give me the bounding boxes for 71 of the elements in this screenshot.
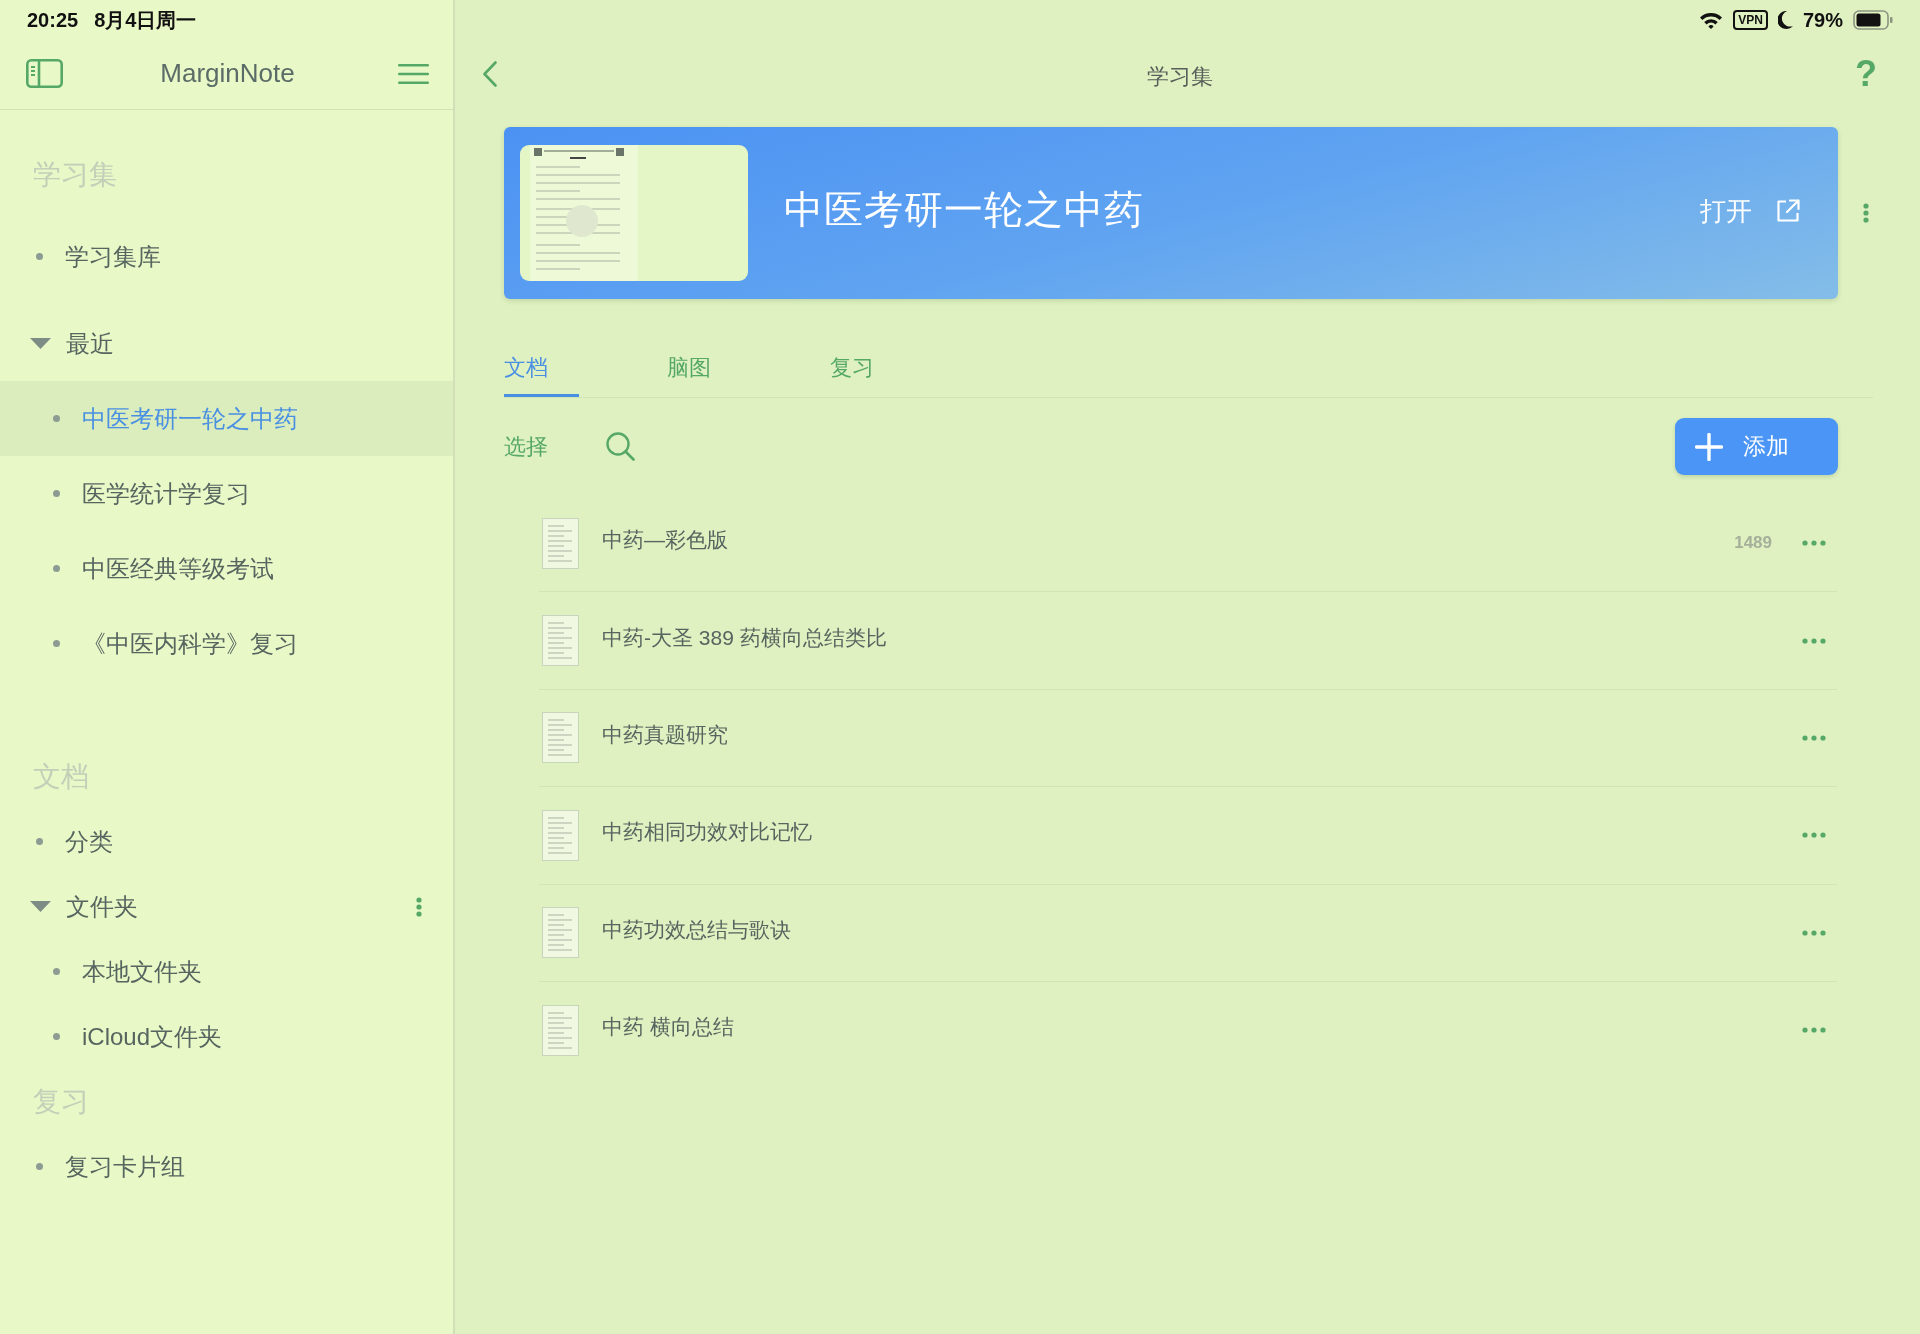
menu-button[interactable] xyxy=(398,63,429,84)
more-button[interactable] xyxy=(1802,832,1826,839)
plus-icon xyxy=(1695,432,1723,461)
sidebar-item[interactable]: iCloud文件夹 xyxy=(0,1004,453,1069)
wifi-icon xyxy=(1699,11,1724,29)
document-title[interactable]: 中药—彩色版 xyxy=(602,526,1735,555)
sidebar-item[interactable]: 医学统计学复习 xyxy=(0,456,453,531)
more-horizontal-icon xyxy=(1802,540,1826,547)
more-horizontal-icon xyxy=(1802,1027,1826,1034)
sidebar-toggle-button[interactable] xyxy=(26,59,63,88)
more-button[interactable] xyxy=(1802,540,1826,547)
bullet-icon xyxy=(53,968,60,975)
page-count: 1489 xyxy=(1734,533,1772,554)
sidebar-group-toggle[interactable]: 最近 xyxy=(30,327,114,360)
sidebar-item[interactable]: 本地文件夹 xyxy=(0,939,453,1004)
more-horizontal-icon xyxy=(1802,929,1826,936)
document-title[interactable]: 中药功效总结与歌诀 xyxy=(602,915,1802,944)
app-title: MarginNote xyxy=(160,58,295,89)
status-date: 8月4日周一 xyxy=(94,7,197,33)
more-button[interactable] xyxy=(416,896,422,917)
bullet-icon xyxy=(36,838,43,845)
document-thumbnail-icon xyxy=(542,809,579,861)
vpn-badge: VPN xyxy=(1733,10,1768,30)
bullet-icon xyxy=(53,640,60,647)
document-thumbnail-icon xyxy=(542,1004,579,1056)
document-title[interactable]: 中药 横向总结 xyxy=(602,1013,1802,1042)
status-time: 20:25 xyxy=(27,8,79,32)
more-horizontal-icon xyxy=(1802,637,1826,644)
page-title: 学习集 xyxy=(1147,63,1213,91)
document-thumbnail-icon xyxy=(542,907,579,959)
search-icon xyxy=(606,432,635,461)
tab[interactable]: 文档 xyxy=(504,343,579,397)
battery-percent: 79% xyxy=(1802,8,1843,32)
bullet-icon xyxy=(36,1163,43,1170)
bullet-icon xyxy=(36,253,43,260)
add-button[interactable]: 添加 xyxy=(1675,418,1838,475)
sidebar-group-toggle[interactable]: 文件夹 xyxy=(30,890,138,923)
back-button[interactable] xyxy=(483,61,497,87)
bullet-icon xyxy=(53,490,60,497)
document-title[interactable]: 中药-大圣 389 药横向总结类比 xyxy=(602,623,1802,652)
external-link-icon xyxy=(1776,199,1800,223)
sidebar-item[interactable]: 中医经典等级考试 xyxy=(0,531,453,606)
more-button[interactable] xyxy=(1802,734,1826,741)
sidebar-toggle-icon xyxy=(26,59,63,88)
back-icon xyxy=(483,61,497,87)
more-button[interactable] xyxy=(1802,929,1826,936)
more-horizontal-icon xyxy=(1802,832,1826,839)
document-thumbnail-icon xyxy=(542,615,579,667)
document-title[interactable]: 中药真题研究 xyxy=(602,720,1802,749)
search-button[interactable] xyxy=(606,432,635,461)
more-horizontal-icon xyxy=(1802,734,1826,741)
bullet-icon xyxy=(53,1033,60,1040)
more-vertical-icon xyxy=(1863,203,1869,223)
sidebar-item[interactable]: 分类 xyxy=(0,809,453,874)
more-button[interactable] xyxy=(1802,1027,1826,1034)
sidebar-item[interactable]: 《中医内科学》复习 xyxy=(0,606,453,681)
more-button[interactable] xyxy=(1802,637,1826,644)
battery-icon xyxy=(1853,10,1893,30)
sidebar-item[interactable]: 复习卡片组 xyxy=(0,1134,453,1199)
more-vertical-icon xyxy=(416,896,422,917)
document-thumbnail-icon xyxy=(542,517,579,569)
sidebar-item[interactable]: 中医考研一轮之中药 xyxy=(0,381,453,456)
notebook-title: 中医考研一轮之中药 xyxy=(784,187,1145,233)
menu-icon xyxy=(398,63,429,84)
document-title[interactable]: 中药相同功效对比记忆 xyxy=(602,818,1802,847)
sidebar-item[interactable]: 学习集库 xyxy=(0,219,453,294)
more-button[interactable] xyxy=(1863,203,1869,223)
bullet-icon xyxy=(53,565,60,572)
moon-icon xyxy=(1777,11,1793,29)
bullet-icon xyxy=(53,415,60,422)
document-thumbnail-icon xyxy=(542,712,579,764)
